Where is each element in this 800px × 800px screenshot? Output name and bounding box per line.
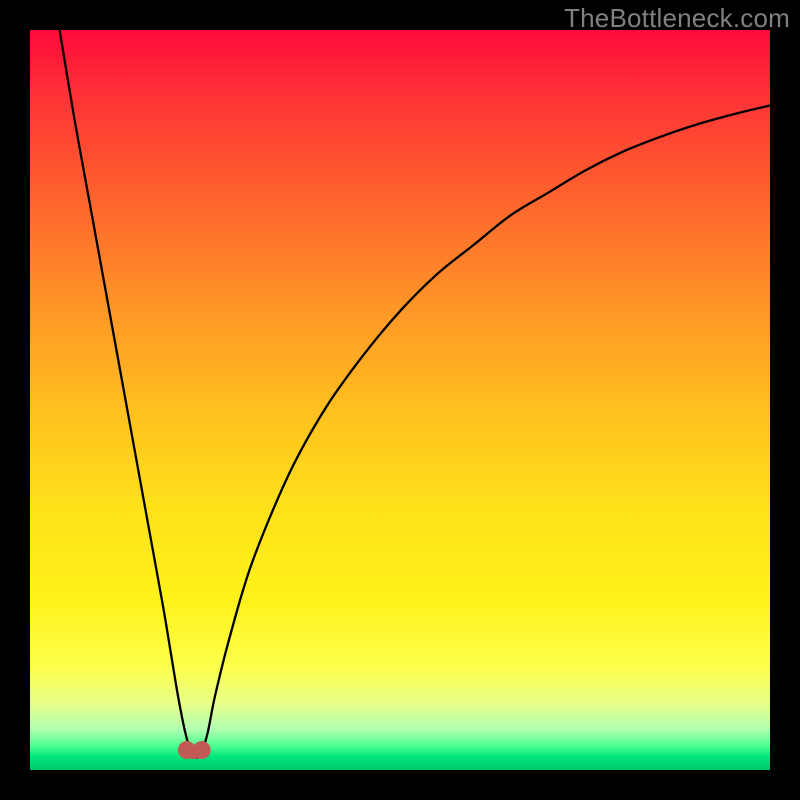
chart-frame: TheBottleneck.com [0, 0, 800, 800]
plot-area [30, 30, 770, 770]
minimum-markers [178, 741, 211, 759]
curve-layer [30, 30, 770, 770]
bottleneck-curve [60, 30, 770, 758]
minimum-marker [193, 741, 211, 759]
